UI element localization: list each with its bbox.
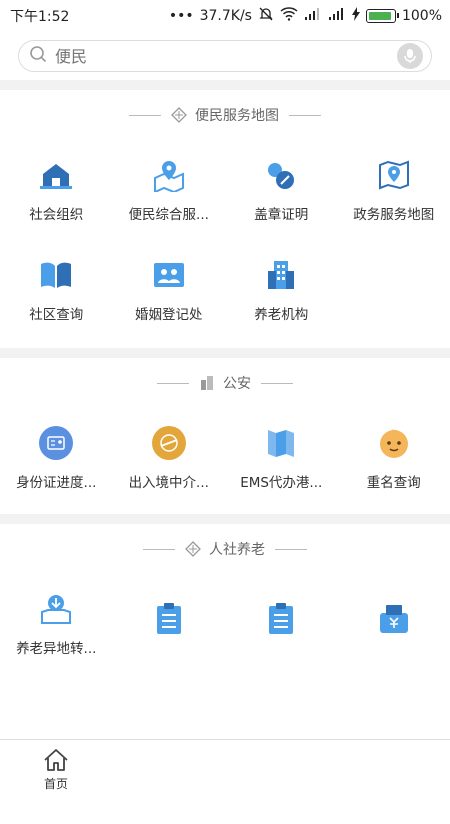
item-label: 婚姻登记处 [135,303,203,323]
grid-item-social-org[interactable]: 社会组织 [0,140,113,240]
divider [275,549,307,550]
item-label: 社会组织 [29,203,83,223]
status-bar: 下午1:52 ••• 37.7K/s 100% [0,0,450,32]
section-header: 人社养老 [0,524,450,574]
yuan-register-icon [376,601,412,637]
section-header: 便民服务地图 [0,90,450,140]
map-pin-icon [151,157,187,193]
search-bar [0,32,450,80]
grid-item-elderly-care[interactable]: 养老机构 [225,240,338,340]
grid-item-duplicate-name-query[interactable]: 重名查询 [338,408,450,508]
item-label: 便民综合服... [129,203,209,223]
wifi-icon [280,7,298,25]
signal-icon-2 [328,7,346,25]
grid-item-id-card-progress[interactable]: 身份证进度... [0,408,113,508]
grid-item-community-query[interactable]: 社区查询 [0,240,113,340]
download-tray-icon [38,591,74,627]
microphone-icon[interactable] [397,43,423,69]
grid-item-cash-register[interactable] [338,574,450,674]
search-box[interactable] [18,40,432,72]
item-label: 身份证进度... [16,471,96,491]
divider [143,549,175,550]
section-public-security: 公安 身份证进度... 出入境中介... EMS代办港... 重名查询 [0,358,450,514]
open-book-icon [38,257,74,293]
grid-item-exit-entry-agency[interactable]: 出入境中介... [113,408,226,508]
home-icon [43,748,69,775]
building-icon [38,157,74,193]
item-label: EMS代办港... [240,471,322,491]
grid-item-pension-transfer[interactable]: 养老异地转... [0,574,113,674]
item-label: 重名查询 [367,471,421,491]
bottom-tab-bar: 首页 [0,739,450,800]
status-time: 下午1:52 [10,6,69,26]
search-input[interactable] [53,46,397,67]
diamond-icon [185,541,201,557]
plane-globe-icon [151,425,187,461]
battery-icon [366,9,396,23]
divider [289,115,321,116]
grid-item-stamp-certificate[interactable]: 盖章证明 [225,140,338,240]
section-header: 公安 [0,358,450,408]
divider [129,115,161,116]
signal-icon-1 [304,7,322,25]
couple-photo-icon [151,257,187,293]
item-label: 社区查询 [29,303,83,323]
divider [261,383,293,384]
mute-icon [258,6,274,26]
battery-level: 100% [402,8,442,24]
grid-item-gov-service-map[interactable]: 政务服务地图 [338,140,450,240]
grid-item-clipboard-1[interactable] [113,574,226,674]
status-dots: ••• [169,8,194,24]
item-label: 政务服务地图 [353,203,434,223]
map-book-icon [376,157,412,193]
section-title: 公安 [223,373,251,393]
stamp-icon [263,157,299,193]
section-service-map: 便民服务地图 社会组织 便民综合服... 盖章证明 政务服务地图 [0,90,450,348]
status-right: ••• 37.7K/s 100% [169,6,442,26]
item-label: 出入境中介... [129,471,209,491]
clipboard-icon [263,601,299,637]
tab-home-label: 首页 [44,775,68,792]
baby-face-icon [376,425,412,461]
section-title: 便民服务地图 [195,105,279,125]
charging-icon [352,7,360,25]
status-speed: 37.7K/s [200,8,252,24]
clipboard-icon [151,601,187,637]
grid-item-marriage-registry[interactable]: 婚姻登记处 [113,240,226,340]
grid-item-convenience-service[interactable]: 便民综合服... [113,140,226,240]
tab-home[interactable]: 首页 [0,740,112,800]
item-label: 盖章证明 [254,203,308,223]
apartment-icon [263,257,299,293]
divider [157,383,189,384]
grid-item-clipboard-2[interactable] [225,574,338,674]
buildings-icon [199,375,215,391]
grid-item-ems-hk-macau[interactable]: EMS代办港... [225,408,338,508]
section-title: 人社养老 [209,539,265,559]
id-card-icon [38,425,74,461]
item-label: 养老机构 [254,303,308,323]
item-label: 养老异地转... [16,637,96,657]
search-icon [29,45,47,67]
folded-map-icon [263,425,299,461]
diamond-icon [171,107,187,123]
